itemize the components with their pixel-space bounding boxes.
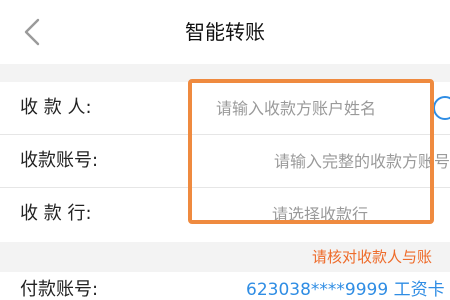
bank-row: 收 款 行: 请选择收款行	[0, 188, 450, 242]
bank-select[interactable]: 请选择收款行	[200, 188, 440, 242]
payer-row: 付款账号: 623038****9999 工资卡	[0, 272, 450, 300]
contact-picker-icon[interactable]	[432, 95, 450, 121]
transfer-form: 收 款 人: 收款账号: 收 款 行: 请选择收款行	[0, 82, 450, 242]
payee-row: 收 款 人:	[0, 82, 450, 135]
verify-notice-text: 请核对收款人与账	[312, 248, 433, 266]
account-label: 收款账号:	[20, 150, 99, 171]
back-button[interactable]	[14, 14, 50, 50]
top-nav-bar: 智能转账	[0, 0, 450, 64]
account-row: 收款账号:	[0, 135, 450, 188]
payer-label: 付款账号:	[20, 279, 99, 300]
page-title: 智能转账	[185, 20, 265, 44]
payee-name-input[interactable]	[216, 82, 416, 134]
section-spacer	[0, 64, 450, 82]
notice-bar: 请核对收款人与账	[0, 242, 450, 272]
payee-label: 收 款 人:	[20, 97, 92, 118]
payer-account-selector[interactable]: 623038****9999 工资卡	[246, 276, 445, 300]
bank-label: 收 款 行:	[20, 203, 92, 224]
chevron-left-icon	[24, 18, 40, 46]
account-number-input[interactable]	[200, 135, 450, 187]
